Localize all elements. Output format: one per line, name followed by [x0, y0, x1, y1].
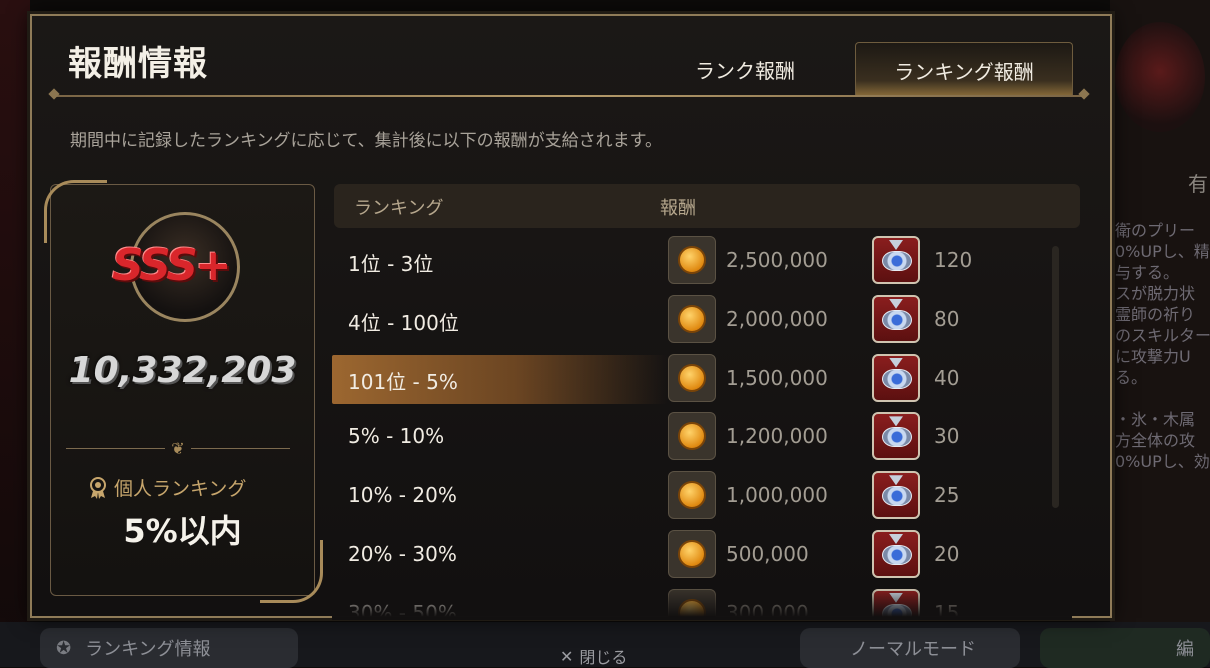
- gold-coin-icon: [668, 471, 716, 520]
- reward-table-rows[interactable]: 1位 - 3位 2,500,000 120 4位 - 100位 2,000,000 80 1…: [332, 232, 1052, 618]
- background-rank-badge: [1115, 22, 1205, 132]
- row-coin-amount: 1,000,000: [726, 483, 828, 508]
- close-button[interactable]: ✕ 閉じる: [560, 644, 627, 668]
- background-label: 有: [1188, 172, 1208, 196]
- eye-crest-item-icon: [872, 471, 920, 520]
- close-icon: ✕: [560, 646, 574, 666]
- row-coin-amount: 2,000,000: [726, 306, 828, 331]
- eye-crest-item-icon: [872, 353, 920, 402]
- tab-ranking-reward-label: ランキング報酬: [894, 59, 1034, 84]
- personal-ranking-value: 5%以内: [123, 512, 242, 550]
- reward-table-header: [334, 184, 1080, 228]
- row-item-quantity: 80: [934, 306, 960, 331]
- gold-coin-icon: [668, 529, 716, 578]
- description-text: 期間中に記録したランキングに応じて、集計後に以下の報酬が支給されます。: [70, 131, 662, 151]
- edit-button[interactable]: 編: [1040, 628, 1210, 668]
- tab-ranking-reward[interactable]: ランキング報酬: [855, 42, 1073, 97]
- row-rank: 101位 - 5%: [348, 369, 458, 394]
- table-row: 10% - 20% 1,000,000 25: [332, 467, 1052, 526]
- row-rank: 20% - 30%: [348, 541, 457, 566]
- medal-icon: [90, 476, 106, 499]
- tab-rank-reward[interactable]: ランク報酬: [670, 42, 820, 96]
- eye-crest-item-icon: [872, 529, 920, 578]
- gold-coin-icon: [668, 412, 716, 461]
- row-rank: 10% - 20%: [348, 483, 457, 508]
- list-fade: [332, 588, 1072, 620]
- table-row: 20% - 30% 500,000 20: [332, 526, 1052, 585]
- row-item-quantity: 20: [934, 541, 960, 566]
- table-row: 4位 - 100位 2,000,000 80: [332, 291, 1052, 350]
- eye-crest-item-icon: [872, 294, 920, 343]
- row-coin-amount: 1,200,000: [726, 424, 828, 449]
- header-reward: 報酬: [660, 198, 696, 219]
- row-coin-amount: 1,500,000: [726, 365, 828, 390]
- row-item-quantity: 30: [934, 424, 960, 449]
- close-label: 閉じる: [579, 648, 628, 667]
- personal-ranking-label: 個人ランキング: [114, 478, 247, 500]
- star-icon: ✪: [56, 637, 72, 659]
- header-ranking: ランキング: [354, 198, 444, 219]
- player-score: 10,332,203: [68, 350, 297, 391]
- gold-coin-icon: [668, 353, 716, 402]
- row-rank: 5% - 10%: [348, 424, 445, 449]
- gold-coin-icon: [668, 236, 716, 284]
- eye-crest-item-icon: [872, 236, 920, 284]
- ranking-info-button[interactable]: ✪ ランキング情報: [40, 628, 298, 668]
- row-item-quantity: 25: [934, 483, 960, 508]
- card-divider-ornament: ❦: [66, 438, 290, 458]
- background-left: [0, 0, 30, 667]
- row-coin-amount: 2,500,000: [726, 248, 828, 272]
- table-row: 5% - 10% 1,200,000 30: [332, 408, 1052, 467]
- flourish-icon: ❦: [171, 438, 185, 458]
- card-corner-ornament: [44, 180, 107, 243]
- scrollbar[interactable]: [1052, 246, 1059, 508]
- personal-ranking-label-row: 個人ランキング: [88, 474, 246, 501]
- row-rank: 1位 - 3位: [348, 252, 434, 276]
- eye-crest-item-icon: [872, 412, 920, 461]
- normal-mode-button[interactable]: ノーマルモード: [800, 628, 1020, 668]
- tab-rank-reward-label: ランク報酬: [695, 58, 795, 83]
- rank-badge-text: SSS+: [112, 240, 232, 291]
- row-item-quantity: 40: [934, 365, 960, 390]
- row-item-quantity: 120: [934, 248, 973, 272]
- row-rank: 4位 - 100位: [348, 310, 459, 335]
- edit-label: 編: [1176, 639, 1194, 660]
- background-text: 衛のプリー 0%UPし、精 与する。 スが脱力状 霊師の祈り のスキルター に攻…: [1115, 221, 1210, 471]
- normal-mode-label: ノーマルモード: [850, 639, 976, 660]
- table-row: 1位 - 3位 2,500,000 120: [332, 232, 1052, 291]
- modal-title: 報酬情報: [68, 44, 208, 84]
- ranking-info-label: ランキング情報: [85, 639, 211, 660]
- row-coin-amount: 500,000: [726, 541, 809, 566]
- gold-coin-icon: [668, 294, 716, 343]
- header-divider: [52, 95, 1086, 97]
- table-row: 101位 - 5% 1,500,000 40: [332, 350, 1052, 409]
